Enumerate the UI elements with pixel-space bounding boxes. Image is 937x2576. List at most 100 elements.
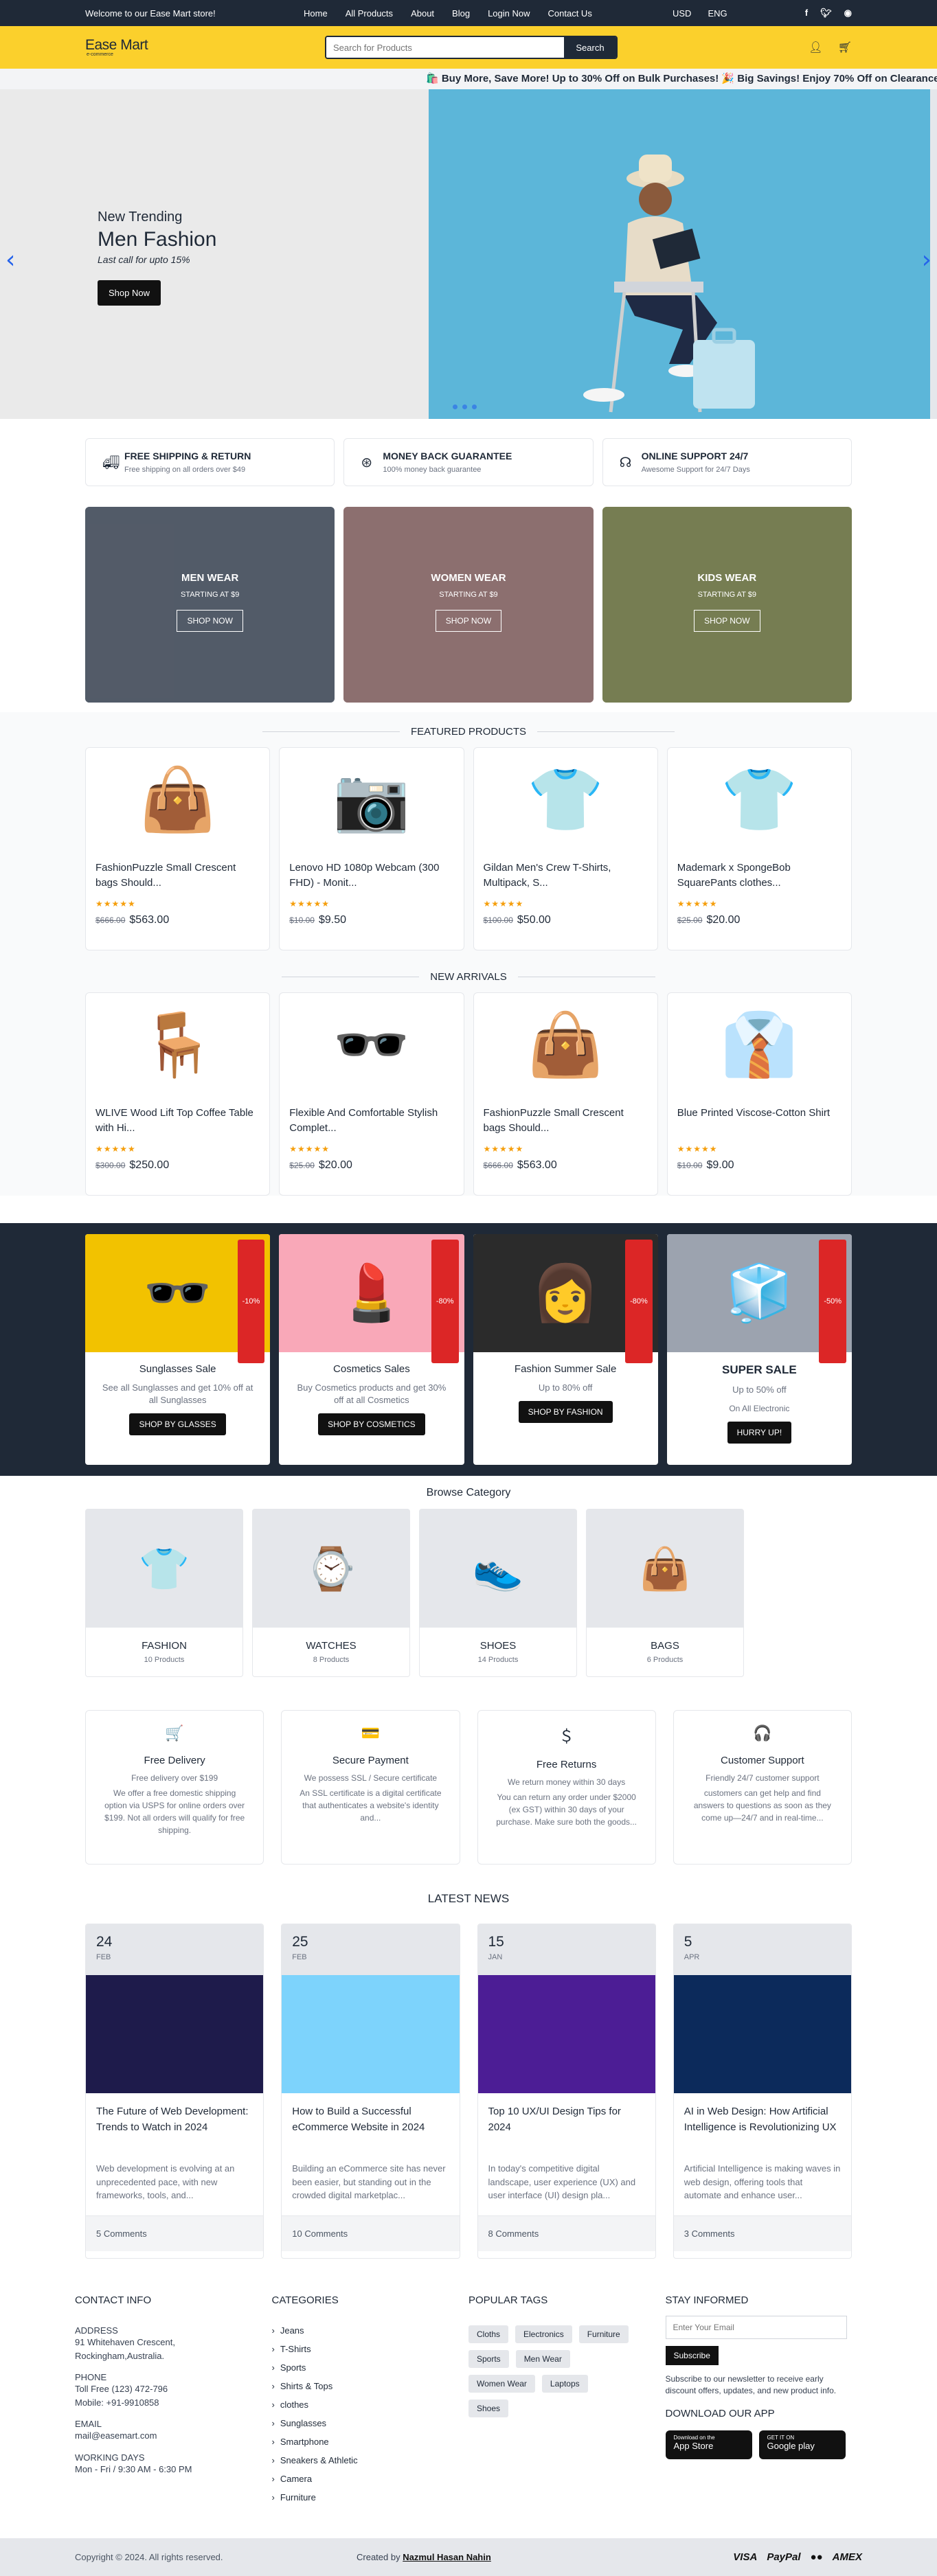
- product-card[interactable]: 👜 FashionPuzzle Small Crescent bags Shoul…: [85, 747, 271, 950]
- news-card[interactable]: 24 FEB The Future of Web Development: Tren…: [85, 1924, 264, 2259]
- newsletter-email-input[interactable]: [665, 2316, 847, 2339]
- github-icon[interactable]: ◉: [844, 8, 852, 19]
- product-image[interactable]: 👔: [677, 993, 842, 1096]
- footer-category-link[interactable]: Furniture: [272, 2492, 469, 2503]
- deal-button[interactable]: SHOP BY COSMETICS: [318, 1413, 425, 1436]
- google-play-button[interactable]: GET IT ON Google play: [758, 2430, 846, 2459]
- product-name[interactable]: WLIVE Wood Lift Top Coffee Table with Hi…: [95, 1106, 260, 1136]
- news-card[interactable]: 15 JAN Top 10 UX/UI Design Tips for 2024 In…: [477, 1924, 656, 2259]
- hero-shop-button[interactable]: Shop Now: [98, 280, 161, 306]
- tag-chip[interactable]: Shoes: [468, 2400, 509, 2417]
- footer-category-link[interactable]: Sports: [272, 2362, 469, 2373]
- category-banner-men[interactable]: MEN WEAR STARTING AT $9 SHOP NOW: [85, 507, 335, 703]
- news-image[interactable]: [282, 1975, 460, 2093]
- category-banner-women[interactable]: WOMEN WEAR STARTING AT $9 SHOP NOW: [343, 507, 594, 703]
- product-image[interactable]: 👜: [95, 748, 260, 851]
- deal-button[interactable]: SHOP BY FASHION: [518, 1401, 613, 1424]
- product-image[interactable]: 🪑: [95, 993, 260, 1096]
- category-card[interactable]: 👕 FASHION 10 Products: [85, 1509, 243, 1677]
- subscribe-button[interactable]: Subscribe: [665, 2346, 719, 2365]
- news-comments[interactable]: 8 Comments: [477, 2215, 655, 2251]
- search-input[interactable]: [326, 37, 564, 58]
- currency-select[interactable]: USD: [673, 8, 691, 19]
- slide-dot[interactable]: [472, 404, 477, 409]
- product-card[interactable]: 🪑 WLIVE Wood Lift Top Coffee Table with H…: [85, 992, 271, 1196]
- email-value[interactable]: mail@easemart.com: [75, 2429, 272, 2443]
- product-image[interactable]: 📷: [289, 748, 453, 851]
- product-card[interactable]: 👕 Gildan Men's Crew T-Shirts, Multipack, …: [473, 747, 658, 950]
- logo[interactable]: Ease Mart e-commerce: [85, 38, 148, 57]
- footer-category-link[interactable]: T-Shirts: [272, 2344, 469, 2354]
- footer-category-link[interactable]: Sneakers & Athletic: [272, 2455, 469, 2465]
- product-name[interactable]: FashionPuzzle Small Crescent bags Should…: [484, 1106, 648, 1136]
- news-image[interactable]: [477, 1975, 655, 2093]
- slide-dot[interactable]: [462, 404, 467, 409]
- footer-category-link[interactable]: clothes: [272, 2400, 469, 2410]
- nav-contact[interactable]: Contact Us: [548, 8, 592, 19]
- product-card[interactable]: 📷 Lenovo HD 1080p Webcam (300 FHD) - Moni…: [279, 747, 464, 950]
- news-card[interactable]: 5 APR AI in Web Design: How Artificial Int…: [673, 1924, 852, 2259]
- nav-blog[interactable]: Blog: [452, 8, 470, 19]
- category-shop-button[interactable]: SHOP NOW: [435, 610, 502, 632]
- news-title[interactable]: How to Build a Successful eCommerce Webs…: [292, 2104, 449, 2151]
- cart-icon[interactable]: 🛒︎: [838, 41, 852, 54]
- product-name[interactable]: Lenovo HD 1080p Webcam (300 FHD) - Monit…: [289, 860, 453, 891]
- product-image[interactable]: 👕: [484, 748, 648, 851]
- nav-about[interactable]: About: [411, 8, 434, 19]
- slide-dot[interactable]: [453, 404, 458, 409]
- tag-chip[interactable]: Cloths: [468, 2325, 509, 2343]
- twitter-icon[interactable]: 🐦︎: [820, 8, 832, 19]
- footer-category-link[interactable]: Sunglasses: [272, 2418, 469, 2428]
- product-name[interactable]: FashionPuzzle Small Crescent bags Should…: [95, 860, 260, 891]
- product-name[interactable]: Blue Printed Viscose-Cotton Shirt: [677, 1106, 842, 1136]
- news-comments[interactable]: 5 Comments: [86, 2215, 264, 2251]
- footer-category-link[interactable]: Shirts & Tops: [272, 2381, 469, 2391]
- category-banner-kids[interactable]: KIDS WEAR STARTING AT $9 SHOP NOW: [602, 507, 852, 703]
- product-card[interactable]: 🕶️ Flexible And Comfortable Stylish Compl…: [279, 992, 464, 1196]
- news-title[interactable]: The Future of Web Development: Trends to…: [96, 2104, 253, 2151]
- product-name[interactable]: Gildan Men's Crew T-Shirts, Multipack, S…: [484, 860, 648, 891]
- next-slide-icon[interactable]: ›: [922, 246, 932, 274]
- product-name[interactable]: Flexible And Comfortable Stylish Complet…: [289, 1106, 453, 1136]
- author-link[interactable]: Nazmul Hasan Nahin: [403, 2552, 491, 2562]
- app-store-button[interactable]: Download on the App Store: [665, 2430, 752, 2459]
- category-card[interactable]: 👟 SHOES 14 Products: [419, 1509, 577, 1677]
- nav-all-products[interactable]: All Products: [346, 8, 393, 19]
- tag-chip[interactable]: Furniture: [578, 2325, 629, 2343]
- footer-category-link[interactable]: Smartphone: [272, 2437, 469, 2447]
- tag-chip[interactable]: Electronics: [515, 2325, 572, 2343]
- prev-slide-icon[interactable]: ‹: [5, 246, 15, 274]
- category-card[interactable]: ⌚ WATCHES 8 Products: [252, 1509, 410, 1677]
- footer-category-link[interactable]: Jeans: [272, 2325, 469, 2336]
- news-title[interactable]: AI in Web Design: How Artificial Intelli…: [684, 2104, 841, 2151]
- news-comments[interactable]: 10 Comments: [282, 2215, 460, 2251]
- news-comments[interactable]: 3 Comments: [673, 2215, 851, 2251]
- product-card[interactable]: 👔 Blue Printed Viscose-Cotton Shirt ★★★★★ $…: [666, 992, 852, 1196]
- news-image[interactable]: [673, 1975, 851, 2093]
- product-card[interactable]: 👜 FashionPuzzle Small Crescent bags Shoul…: [473, 992, 658, 1196]
- product-name[interactable]: Mademark x SpongeBob SquarePants clothes…: [677, 860, 842, 891]
- search-button[interactable]: Search: [564, 37, 616, 58]
- footer-category-link[interactable]: Camera: [272, 2474, 469, 2484]
- deal-button[interactable]: SHOP BY GLASSES: [129, 1413, 226, 1436]
- facebook-icon[interactable]: f: [805, 8, 808, 19]
- nav-home[interactable]: Home: [304, 8, 328, 19]
- tag-chip[interactable]: Women Wear: [468, 2375, 535, 2393]
- tag-chip[interactable]: Sports: [468, 2350, 509, 2368]
- user-icon[interactable]: 👤︎: [809, 41, 822, 54]
- language-select[interactable]: ENG: [708, 8, 727, 19]
- product-image[interactable]: 👜: [484, 993, 648, 1096]
- product-image[interactable]: 🕶️: [289, 993, 453, 1096]
- news-image[interactable]: [86, 1975, 264, 2093]
- nav-login[interactable]: Login Now: [488, 8, 530, 19]
- deal-button[interactable]: HURRY UP!: [727, 1421, 792, 1444]
- category-shop-button[interactable]: SHOP NOW: [694, 610, 760, 632]
- tag-chip[interactable]: Men Wear: [515, 2350, 570, 2368]
- product-image[interactable]: 👕: [677, 748, 842, 851]
- news-title[interactable]: Top 10 UX/UI Design Tips for 2024: [488, 2104, 645, 2151]
- category-shop-button[interactable]: SHOP NOW: [177, 610, 243, 632]
- tag-chip[interactable]: Laptops: [541, 2375, 588, 2393]
- category-card[interactable]: 👜 BAGS 6 Products: [586, 1509, 744, 1677]
- news-card[interactable]: 25 FEB How to Build a Successful eCommerce…: [281, 1924, 460, 2259]
- product-card[interactable]: 👕 Mademark x SpongeBob SquarePants clothe…: [666, 747, 852, 950]
